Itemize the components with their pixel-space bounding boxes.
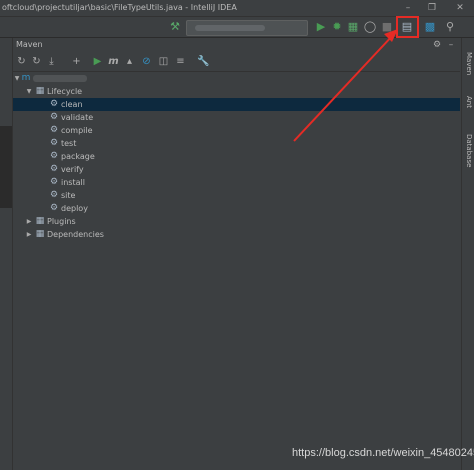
annotation-arrow bbox=[293, 29, 398, 142]
watermark-text: https://blog.csdn.net/weixin_45480245 bbox=[292, 447, 474, 459]
annotation-arrow-line bbox=[293, 33, 395, 142]
annotation-arrow-head bbox=[384, 29, 398, 42]
